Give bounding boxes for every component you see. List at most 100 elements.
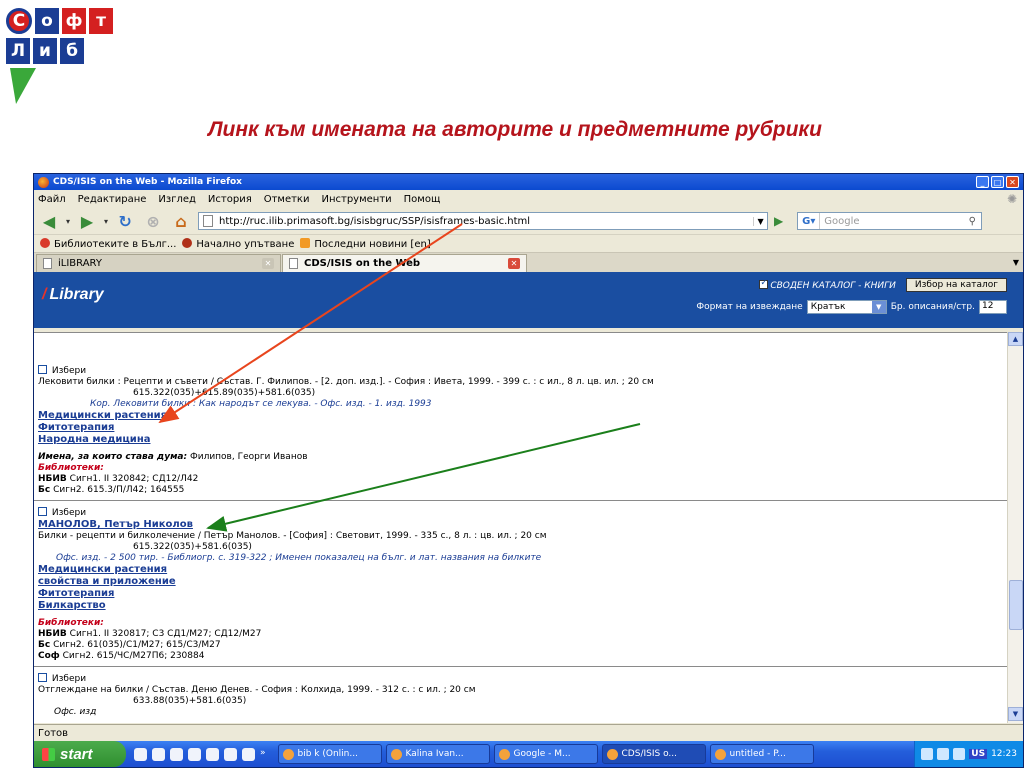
windows-taskbar: start » bib k (Onlin... Kalina Ivan... G…: [34, 741, 1023, 767]
bookmarks-toolbar: Библиотеките в Бълг... Начално упътване …: [34, 234, 1023, 252]
tray-icon[interactable]: [921, 748, 934, 760]
menu-tools[interactable]: Инструменти: [321, 194, 391, 205]
close-button[interactable]: ✕: [1006, 176, 1019, 188]
reload-button[interactable]: ↻: [114, 211, 136, 231]
holding-line: НБИВ Сигн1. II 320817; С3 СД1/М27; СД12/…: [38, 629, 262, 639]
catalog-selector: СВОДЕН КАТАЛОГ - КНИГИ Избор на каталог: [759, 278, 1007, 292]
scroll-up-icon[interactable]: ▲: [1008, 332, 1023, 346]
logo-triangle-icon: [10, 68, 36, 104]
scroll-thumb[interactable]: [1009, 580, 1023, 630]
scroll-down-icon[interactable]: ▼: [1008, 707, 1023, 721]
rss-icon: [300, 237, 311, 248]
bookmark-item[interactable]: Последни новини [en]: [300, 237, 431, 250]
stop-button[interactable]: ⊗: [142, 211, 164, 231]
author-link[interactable]: МАНОЛОВ, Петър Николов: [38, 519, 193, 530]
softlib-logo: С о ф т Л и б: [6, 8, 118, 124]
window-titlebar[interactable]: CDS/ISIS on the Web - Mozilla Firefox _ …: [34, 174, 1023, 190]
quicklaunch-icon[interactable]: [134, 747, 147, 761]
app-icon: [606, 748, 618, 760]
firefox-window: CDS/ISIS on the Web - Mozilla Firefox _ …: [33, 173, 1024, 768]
taskbar-item[interactable]: Kalina Ivan...: [385, 744, 490, 764]
holding-line: НБИВ Сигн1. II 320842; СД12/Л42: [38, 474, 199, 484]
select-catalog-button[interactable]: Избор на каталог: [905, 278, 1007, 292]
tab-ilibrary[interactable]: iLIBRARY ✕: [36, 254, 281, 272]
vertical-scrollbar[interactable]: ▲ ▼: [1007, 332, 1023, 723]
minimize-button[interactable]: _: [976, 176, 989, 188]
tab-close-icon[interactable]: ✕: [508, 258, 520, 269]
menu-view[interactable]: Изглед: [158, 194, 196, 205]
record-description: Билки - рецепти и билколечение / Петър М…: [38, 531, 547, 541]
taskbar-item[interactable]: Google - M...: [493, 744, 598, 764]
tab-cdsisis[interactable]: CDS/ISIS on the Web ✕: [282, 254, 527, 272]
record-note: Офс. изд. - 2 500 тир. - Библиогр. с. 31…: [56, 553, 542, 563]
quicklaunch-icon[interactable]: [188, 747, 201, 761]
taskbar-item[interactable]: CDS/ISIS o...: [601, 744, 706, 764]
subject-link[interactable]: Билкарство: [38, 600, 106, 611]
holding-line: Бс Сигн2. 61(035)/С1/М27; 615/С3/М27: [38, 640, 221, 650]
maximize-button[interactable]: □: [991, 176, 1004, 188]
record-description: Лековити билки : Рецепти и съвети / Съст…: [38, 377, 654, 387]
page-icon: [203, 215, 214, 227]
search-icon[interactable]: ⚲: [963, 216, 981, 227]
record-note: Кор. Лековити билки : Как народът се лек…: [90, 399, 432, 409]
navigation-toolbar: ◀ ▾ ▶ ▾ ↻ ⊗ ⌂ http://ruc.ilib.primasoft.…: [34, 208, 1023, 234]
search-box[interactable]: G▾ Google ⚲: [797, 212, 983, 230]
quicklaunch-icon[interactable]: [170, 747, 183, 761]
home-button[interactable]: ⌂: [170, 211, 192, 231]
logo-letter: Л: [6, 38, 30, 64]
quicklaunch-icon[interactable]: [152, 747, 165, 761]
format-select[interactable]: Кратък ▼: [806, 300, 887, 314]
subject-link[interactable]: Народна медицина: [38, 434, 150, 445]
quicklaunch-icon[interactable]: [224, 747, 237, 761]
catalog-checkbox[interactable]: СВОДЕН КАТАЛОГ - КНИГИ: [759, 278, 896, 291]
forward-dropdown-icon[interactable]: ▾: [104, 217, 108, 226]
chevron-right-icon[interactable]: »: [260, 748, 266, 761]
address-bar[interactable]: http://ruc.ilib.primasoft.bg/isisbgruc/S…: [198, 212, 769, 230]
menu-edit[interactable]: Редактиране: [78, 194, 147, 205]
subject-link[interactable]: Медицински растения: [38, 564, 167, 575]
url-text[interactable]: http://ruc.ilib.primasoft.bg/isisbgruc/S…: [219, 216, 753, 227]
subject-link[interactable]: Фитотерапия: [38, 422, 114, 433]
results-list: Избери Лековити билки : Рецепти и съвети…: [34, 332, 1009, 723]
url-dropdown-icon[interactable]: ▼: [753, 216, 767, 226]
app-icon: [282, 748, 294, 760]
bookmark-item[interactable]: Библиотеките в Бълг...: [40, 237, 176, 250]
menu-help[interactable]: Помощ: [404, 194, 441, 205]
status-text: Готов: [38, 728, 69, 739]
app-icon: [714, 748, 726, 760]
page-icon: [43, 258, 52, 269]
taskbar-item[interactable]: bib k (Onlin...: [277, 744, 382, 764]
start-button[interactable]: start: [34, 741, 126, 767]
quicklaunch-icon[interactable]: [206, 747, 219, 761]
back-button[interactable]: ◀: [38, 211, 60, 231]
select-checkbox[interactable]: Избери: [38, 673, 1003, 685]
forward-button[interactable]: ▶: [76, 211, 98, 231]
taskbar-item[interactable]: untitled - P...: [709, 744, 814, 764]
search-input[interactable]: Google: [820, 216, 963, 227]
go-button[interactable]: ▶: [774, 214, 783, 228]
tab-list-icon[interactable]: ▼: [1013, 258, 1019, 267]
tab-close-icon[interactable]: ✕: [262, 258, 274, 269]
record-udc: 615.322(035)+581.6(035): [133, 542, 252, 552]
select-checkbox[interactable]: Избери: [38, 507, 1003, 519]
tray-icon[interactable]: [953, 748, 966, 760]
bookmark-icon: [40, 237, 50, 248]
subject-link[interactable]: Медицински растения: [38, 410, 167, 421]
menu-history[interactable]: История: [208, 194, 252, 205]
language-indicator[interactable]: US: [969, 749, 988, 759]
per-page-input[interactable]: 12: [979, 300, 1007, 314]
record: Избери Отглеждане на билки / Състав. Ден…: [34, 667, 1009, 722]
tray-icon[interactable]: [937, 748, 950, 760]
menu-file[interactable]: Файл: [38, 194, 66, 205]
back-dropdown-icon[interactable]: ▾: [66, 217, 70, 226]
google-icon[interactable]: G▾: [798, 213, 821, 229]
select-checkbox[interactable]: Избери: [38, 365, 1003, 377]
quicklaunch-icon[interactable]: [242, 747, 255, 761]
menu-bookmarks[interactable]: Отметки: [264, 194, 310, 205]
bookmark-item[interactable]: Начално упътване: [182, 237, 294, 250]
chevron-down-icon[interactable]: ▼: [871, 301, 886, 313]
subject-link[interactable]: свойства и приложение: [38, 576, 176, 587]
quick-launch: »: [126, 747, 274, 761]
subject-link[interactable]: Фитотерапия: [38, 588, 114, 599]
menubar: Файл Редактиране Изглед История Отметки …: [34, 190, 1023, 208]
